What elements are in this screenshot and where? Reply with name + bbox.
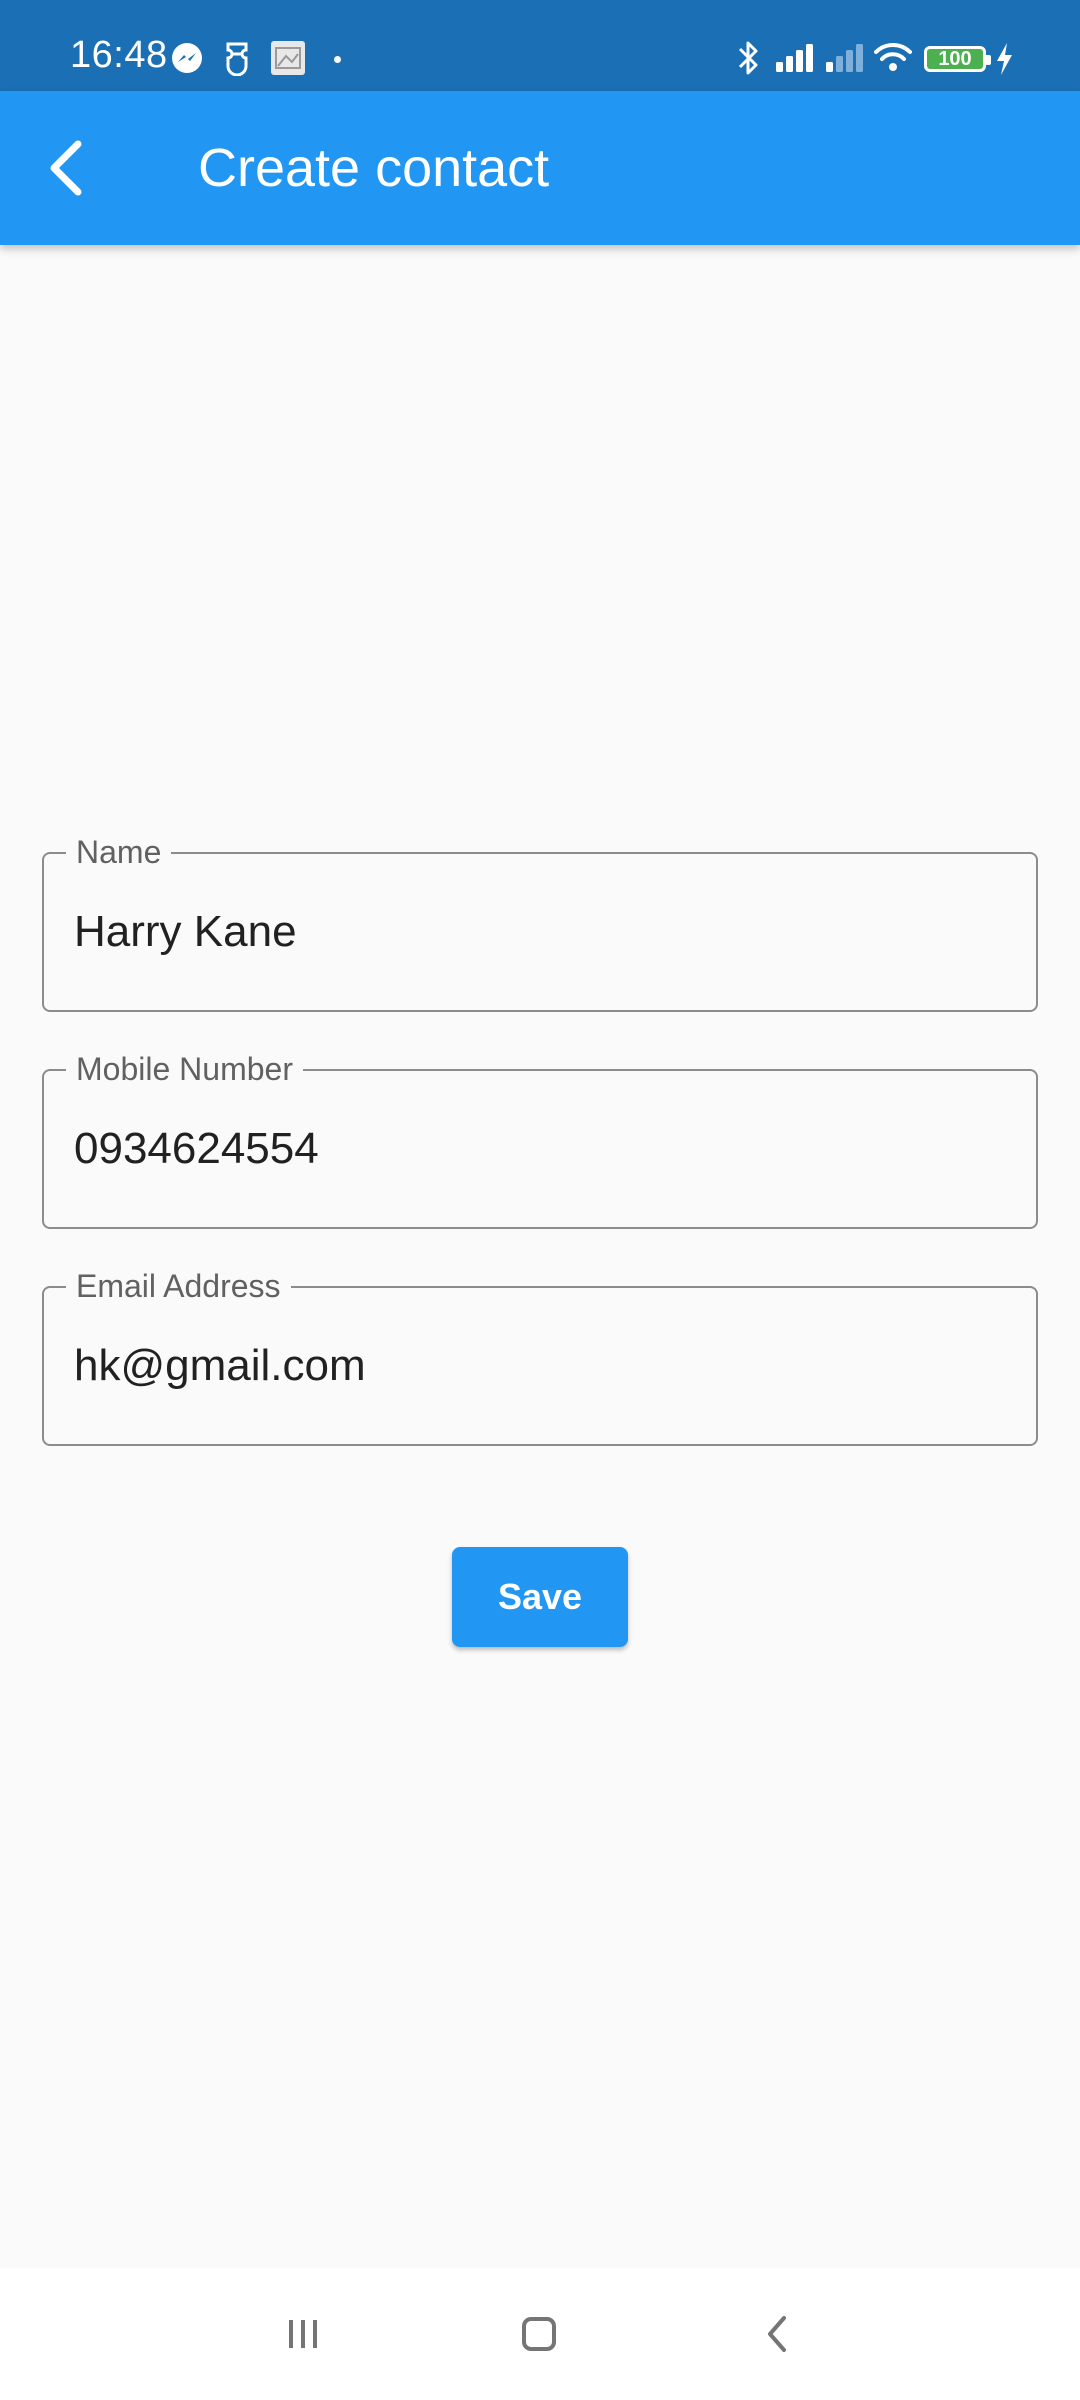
status-time: 16:48 (70, 34, 168, 76)
messenger-icon (172, 43, 202, 73)
notification-dot-icon (334, 56, 341, 63)
charging-icon (997, 43, 1012, 75)
ticket-icon (226, 42, 248, 76)
page-title: Create contact (198, 138, 550, 198)
navigation-bar (0, 2268, 1080, 2400)
wifi-icon (874, 42, 912, 71)
back-button[interactable] (24, 126, 108, 210)
screen: 16:48 100 Create contact Name Harry Kane… (0, 0, 1080, 2400)
name-input[interactable] (74, 900, 1004, 964)
mobile-number-input[interactable] (74, 1117, 1004, 1181)
battery-level: 100 (938, 48, 972, 70)
mobile-number-label: Mobile Number (66, 1049, 303, 1089)
status-bar: 16:48 100 (0, 0, 1080, 91)
recent-apps-icon (289, 2320, 317, 2348)
recent-apps-button[interactable] (258, 2294, 348, 2374)
back-icon (768, 2316, 786, 2352)
email-field[interactable]: Email Address (42, 1266, 1038, 1446)
bluetooth-icon (738, 41, 758, 75)
save-button[interactable]: Save (452, 1547, 628, 1647)
nav-back-button[interactable] (732, 2294, 822, 2374)
image-icon (271, 41, 305, 75)
signal-icon (776, 44, 813, 72)
mobile-number-field[interactable]: Mobile Number (42, 1049, 1038, 1229)
name-label: Name (66, 832, 172, 872)
email-label: Email Address (66, 1266, 291, 1306)
home-icon (522, 2317, 556, 2351)
email-input[interactable] (74, 1334, 1004, 1398)
chevron-left-icon (50, 140, 82, 196)
app-bar: Create contact (0, 91, 1080, 245)
name-field[interactable]: Name (42, 832, 1038, 1012)
home-button[interactable] (494, 2294, 584, 2374)
battery-icon: 100 (924, 46, 991, 72)
signal-weak-icon (826, 44, 863, 72)
